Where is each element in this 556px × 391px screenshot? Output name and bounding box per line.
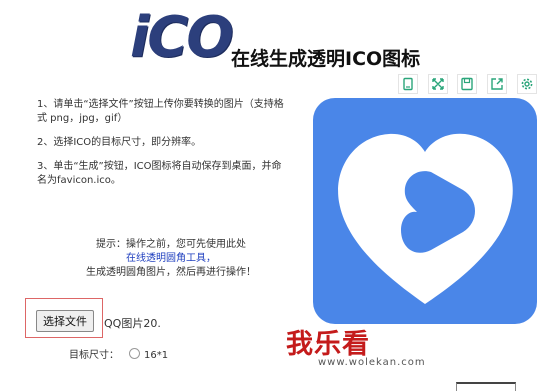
selected-file-name: QQ图片20. <box>104 317 161 330</box>
heart-play-image <box>338 133 513 304</box>
expand-button[interactable] <box>428 74 448 94</box>
copy-icon <box>403 77 413 91</box>
choose-file-button[interactable]: 选择文件 <box>36 310 94 332</box>
expand-icon <box>432 78 444 90</box>
icon-preview <box>313 98 537 324</box>
instruction-step-2: 2、选择ICO的目标尺寸，即分辨率。 <box>37 137 202 148</box>
size-16-radio[interactable] <box>129 348 140 359</box>
settings-button[interactable] <box>517 74 537 94</box>
share-button[interactable] <box>487 74 507 94</box>
watermark-url: www.wolekan.com <box>318 357 426 368</box>
instructions: 1、请单击“选择文件”按钮上传你要转换的图片（支持格式 png，jpg，gif）… <box>37 98 287 198</box>
share-icon <box>491 78 503 90</box>
save-icon <box>461 77 473 91</box>
watermark-text: 我乐看 <box>286 329 370 360</box>
tip-link-text: 在线透明圆角工具 <box>126 253 206 264</box>
settings-icon <box>521 78 533 90</box>
tip-line-3: 生成透明圆角图片，然后再进行操作！ <box>86 267 256 278</box>
rounded-corner-tool-link[interactable]: 在线透明圆角工具， <box>66 252 276 266</box>
instruction-step-1: 1、请单击“选择文件”按钮上传你要转换的图片（支持格式 png，jpg，gif） <box>37 99 284 124</box>
save-button[interactable] <box>457 74 477 94</box>
page-title: 在线生成透明ICO图标 <box>231 48 421 70</box>
tip-link-suffix: ， <box>206 253 216 264</box>
target-size-row: 目标尺寸： 16*1 <box>69 346 168 361</box>
copy-button[interactable] <box>398 74 418 94</box>
ico-logo: iCO <box>130 5 234 70</box>
tip-prefix: 提示：操作之前，您可先使用此处 <box>96 239 246 250</box>
instruction-step-3: 3、单击“生成”按钮，ICO图标将自动保存到桌面，并命名为favicon.ico… <box>37 161 282 186</box>
tip-block: 提示：操作之前，您可先使用此处 在线透明圆角工具， 生成透明圆角图片，然后再进行… <box>66 238 276 280</box>
generate-button-edge[interactable] <box>456 382 516 391</box>
target-size-label: 目标尺寸： <box>69 350 119 361</box>
size-16-option-label: 16*1 <box>144 350 169 361</box>
